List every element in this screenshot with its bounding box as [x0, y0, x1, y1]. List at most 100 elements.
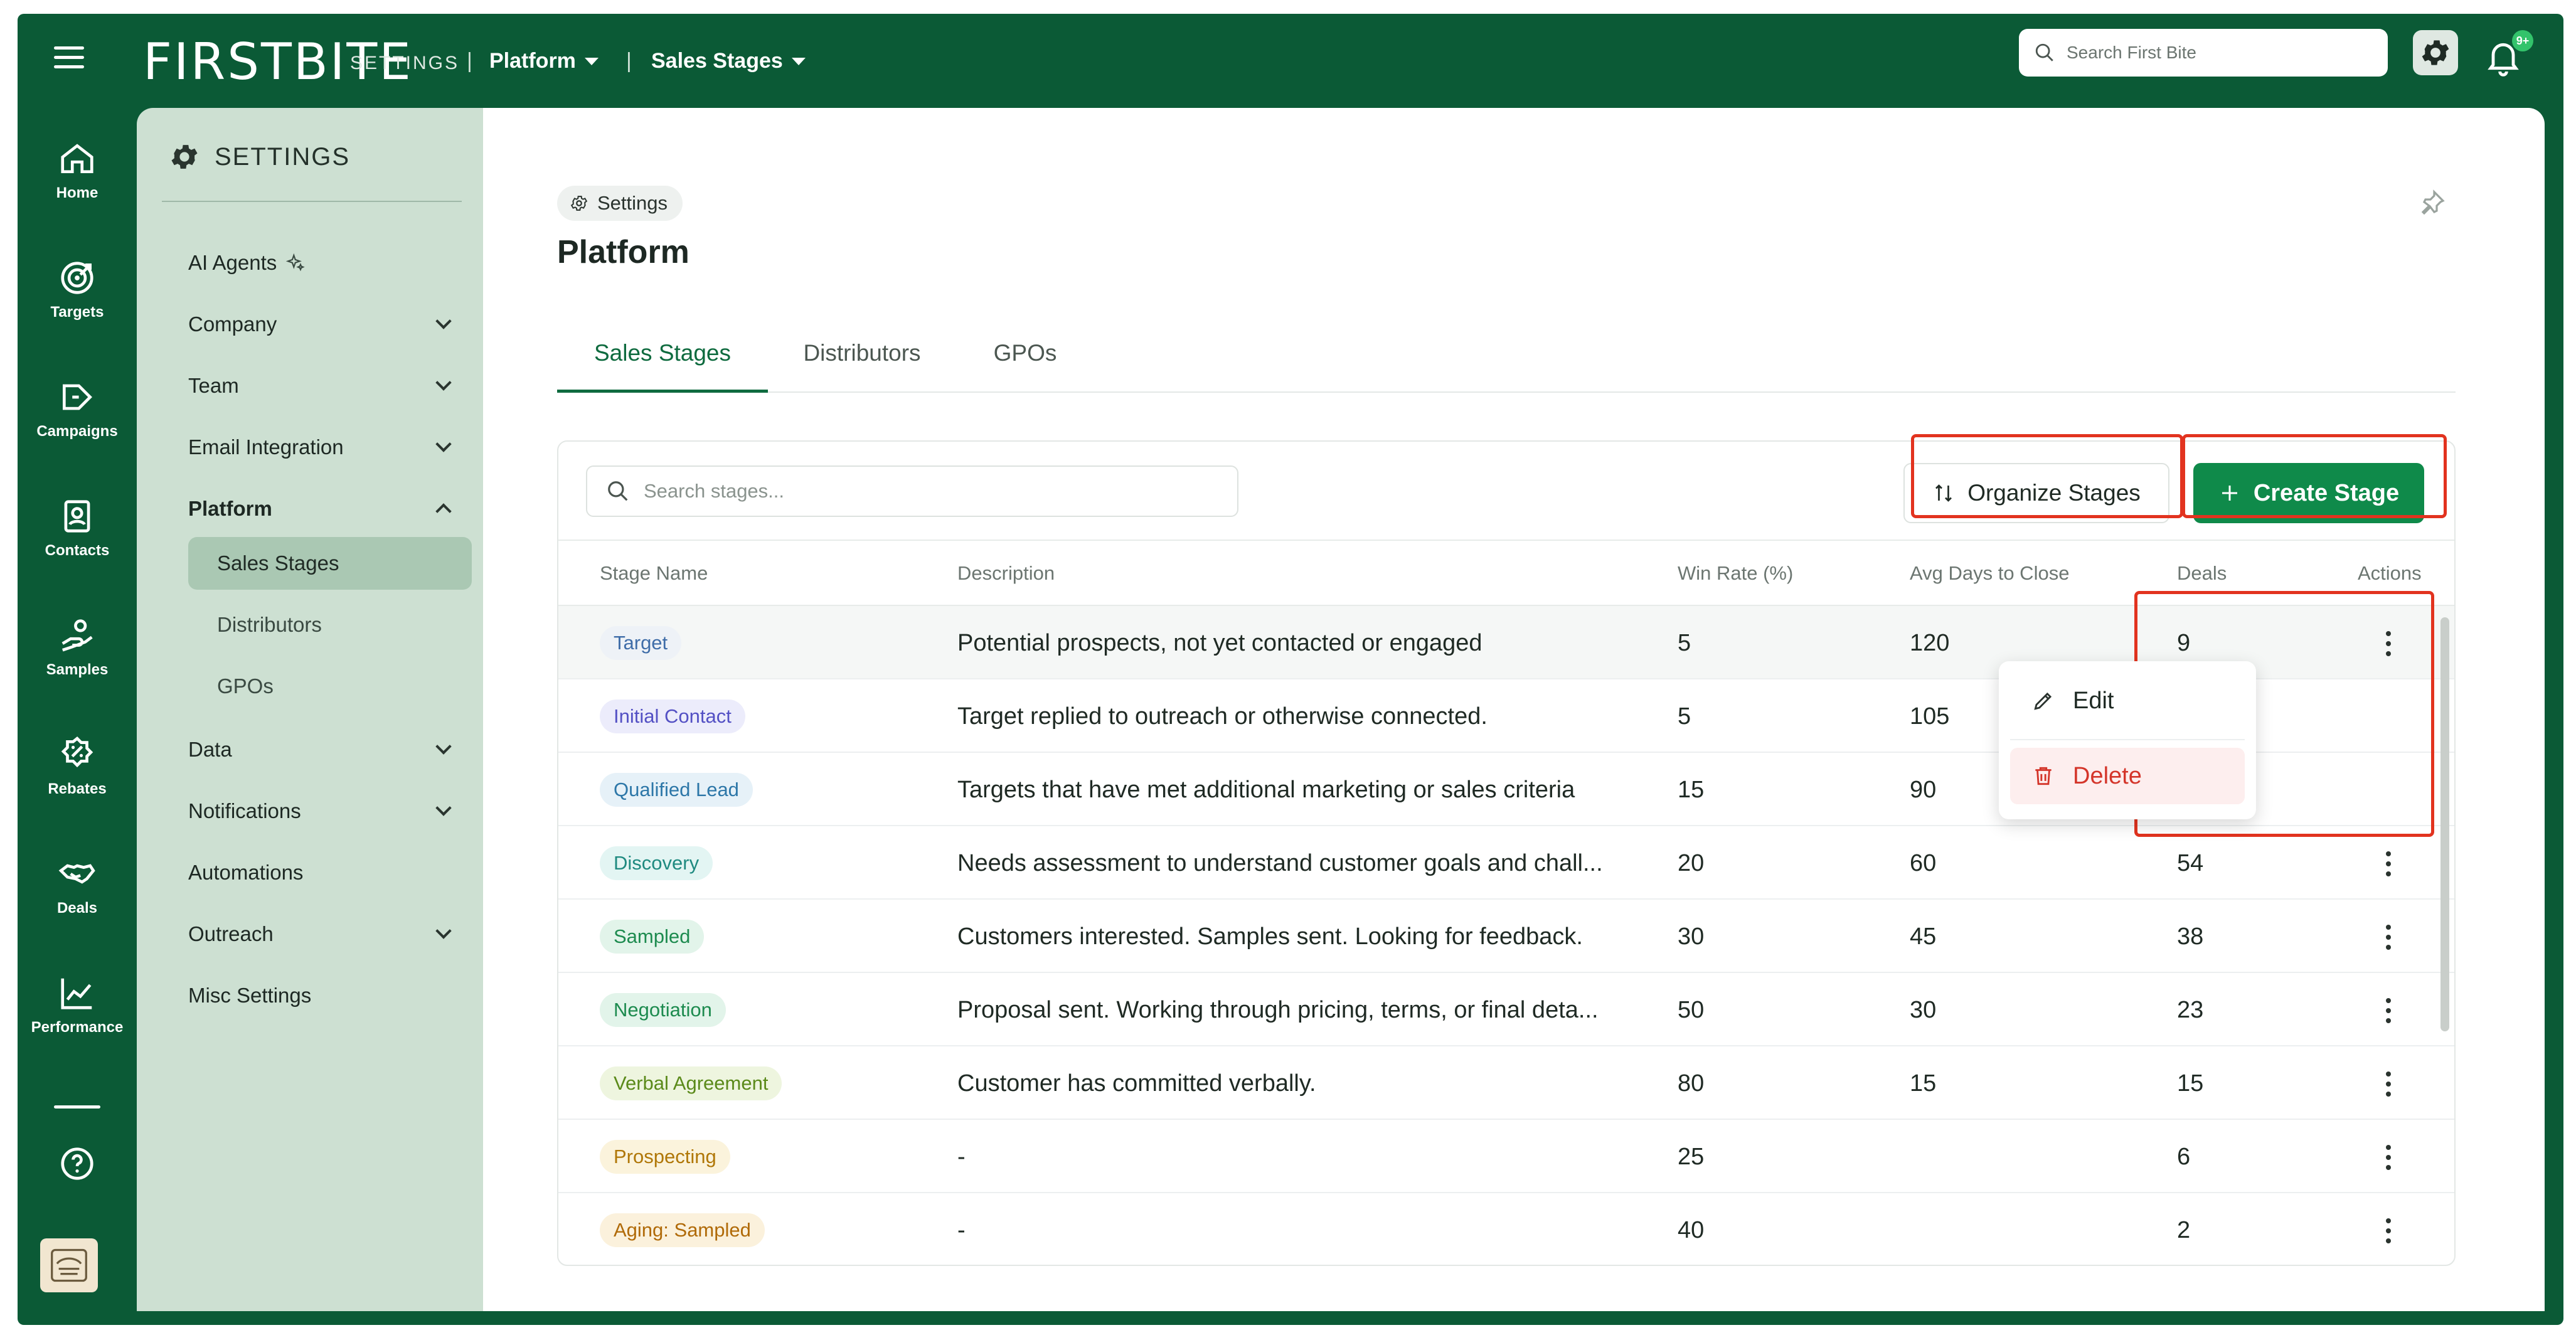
chevron-down-icon	[435, 436, 452, 452]
settings-subitem-distributors[interactable]: Distributors	[188, 598, 472, 651]
settings-item-misc-label: Misc Settings	[188, 984, 312, 1007]
table-row[interactable]: Negotiation Proposal sent. Working throug…	[558, 973, 2454, 1046]
nav-home[interactable]: Home	[18, 139, 137, 202]
stage-badge[interactable]: Negotiation	[600, 993, 726, 1027]
hamburger-menu-icon[interactable]	[50, 39, 88, 77]
stage-badge[interactable]: Discovery	[600, 846, 713, 880]
tab-sales-stages[interactable]: Sales Stages	[557, 332, 768, 393]
column-header-description[interactable]: Description	[957, 562, 1055, 585]
breadcrumb-platform-dropdown[interactable]: Platform	[489, 49, 599, 73]
stage-description-cell: Needs assessment to understand customer …	[957, 850, 1603, 876]
nav-contacts[interactable]: Contacts	[18, 497, 137, 560]
chevron-down-icon	[435, 738, 452, 755]
avg-days-cell: 105	[1910, 703, 1950, 730]
nav-targets-label: Targets	[50, 304, 104, 321]
row-actions-kebab-icon[interactable]	[2382, 996, 2395, 1026]
row-actions-kebab-icon[interactable]	[2382, 1142, 2395, 1172]
deals-cell: 38	[2177, 923, 2204, 950]
settings-gear-button[interactable]	[2413, 30, 2458, 75]
stage-badge[interactable]: Initial Contact	[600, 699, 745, 733]
nav-campaigns[interactable]: Campaigns	[18, 378, 137, 440]
settings-item-misc[interactable]: Misc Settings	[188, 984, 458, 1008]
settings-item-data[interactable]: Data	[188, 738, 458, 762]
deals-cell: 2	[2177, 1217, 2191, 1243]
stages-search-placeholder: Search stages...	[644, 480, 785, 502]
row-actions-kebab-icon[interactable]	[2382, 849, 2395, 879]
tab-distributors[interactable]: Distributors	[768, 332, 956, 393]
win-rate-cell: 20	[1678, 850, 1705, 876]
table-row[interactable]: Verbal Agreement Customer has committed v…	[558, 1046, 2454, 1120]
column-header-avg-days[interactable]: Avg Days to Close	[1910, 562, 2069, 585]
pin-button[interactable]	[2417, 188, 2447, 221]
target-icon	[61, 262, 93, 294]
nav-performance[interactable]: Performance	[18, 974, 137, 1036]
settings-divider	[162, 201, 462, 202]
avg-days-cell: 30	[1910, 997, 1937, 1023]
samples-icon	[61, 619, 93, 652]
table-row[interactable]: Discovery Needs assessment to understand …	[558, 826, 2454, 900]
notification-count-badge: 9+	[2512, 30, 2533, 51]
global-search-input[interactable]: Search First Bite	[2019, 29, 2388, 77]
chevron-down-icon	[435, 923, 452, 939]
breadcrumb-separator: |	[467, 49, 472, 73]
settings-item-team-label: Team	[188, 374, 239, 397]
nav-samples[interactable]: Samples	[18, 616, 137, 679]
table-row[interactable]: Aging: Sampled - 40 2	[558, 1193, 2454, 1265]
top-bar: FIRSTBITE SETTINGS | Platform | Sales St…	[18, 14, 2563, 108]
help-button[interactable]	[18, 1144, 137, 1189]
stage-badge[interactable]: Prospecting	[600, 1140, 730, 1174]
settings-item-notifications-label: Notifications	[188, 799, 301, 822]
settings-item-email-integration[interactable]: Email Integration	[188, 435, 458, 459]
stage-badge[interactable]: Aging: Sampled	[600, 1213, 765, 1247]
sparkle-icon	[286, 253, 305, 272]
notifications-button[interactable]: 9+	[2482, 30, 2533, 80]
chevron-down-icon	[435, 313, 452, 329]
settings-breadcrumb-chip[interactable]: Settings	[557, 186, 683, 221]
row-actions-kebab-icon[interactable]	[2382, 922, 2395, 952]
settings-panel: SETTINGS AI Agents Company Team Email In…	[137, 108, 483, 1311]
settings-item-automations[interactable]: Automations	[188, 861, 458, 885]
column-header-deals[interactable]: Deals	[2177, 562, 2227, 585]
stage-description-cell: -	[957, 1144, 966, 1170]
tab-gpos[interactable]: GPOs	[956, 332, 1094, 393]
row-actions-kebab-icon[interactable]	[2382, 1216, 2395, 1246]
settings-item-notifications[interactable]: Notifications	[188, 799, 458, 823]
nav-campaigns-label: Campaigns	[36, 423, 118, 440]
settings-subitem-gpos[interactable]: GPOs	[188, 660, 472, 713]
settings-item-outreach[interactable]: Outreach	[188, 922, 458, 946]
left-nav-rail: Home Targets Campaigns Contacts Samples …	[18, 108, 137, 1325]
nav-samples-label: Samples	[46, 661, 109, 678]
settings-item-ai-agents[interactable]: AI Agents	[188, 251, 458, 275]
settings-subitem-sales-stages[interactable]: Sales Stages	[188, 537, 472, 590]
win-rate-cell: 5	[1678, 703, 1691, 730]
edit-stage-menu-item[interactable]: Edit	[2010, 673, 2245, 729]
nav-rebates[interactable]: Rebates	[18, 735, 137, 798]
breadcrumb-settings[interactable]: SETTINGS	[350, 53, 459, 74]
settings-item-team[interactable]: Team	[188, 374, 458, 398]
stage-badge[interactable]: Verbal Agreement	[600, 1066, 782, 1100]
column-header-stage-name[interactable]: Stage Name	[600, 562, 708, 585]
stages-search-input[interactable]: Search stages...	[586, 465, 1238, 517]
settings-item-company[interactable]: Company	[188, 312, 458, 336]
row-actions-kebab-icon[interactable]	[2382, 1069, 2395, 1099]
breadcrumb-stages-dropdown[interactable]: Sales Stages	[651, 49, 806, 73]
nav-deals[interactable]: Deals	[18, 854, 137, 917]
nav-targets[interactable]: Targets	[18, 258, 137, 321]
win-rate-cell: 15	[1678, 777, 1705, 803]
tab-bar: Sales Stages Distributors GPOs	[557, 332, 2456, 393]
stage-badge[interactable]: Target	[600, 626, 682, 660]
stage-badge[interactable]: Qualified Lead	[600, 773, 753, 807]
table-row[interactable]: Prospecting - 25 6	[558, 1120, 2454, 1193]
pin-icon	[2421, 189, 2445, 215]
stage-badge[interactable]: Sampled	[600, 920, 705, 954]
table-scrollbar[interactable]	[2440, 617, 2449, 1031]
column-header-win-rate[interactable]: Win Rate (%)	[1678, 562, 1793, 585]
edit-stage-label: Edit	[2073, 687, 2114, 714]
company-logo[interactable]	[40, 1238, 98, 1292]
table-row[interactable]: Sampled Customers interested. Samples sen…	[558, 900, 2454, 973]
delete-stage-menu-item[interactable]: Delete	[2010, 748, 2245, 804]
avg-days-cell: 120	[1910, 630, 1950, 656]
settings-item-platform[interactable]: Platform	[188, 497, 458, 521]
menu-divider	[2010, 739, 2245, 740]
breadcrumb-stages-label: Sales Stages	[651, 49, 783, 73]
